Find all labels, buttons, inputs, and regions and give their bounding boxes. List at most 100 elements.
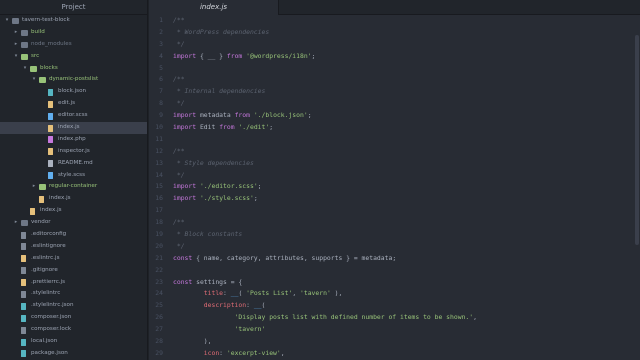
chevron-right-icon[interactable]: ▸ bbox=[13, 217, 19, 229]
code-line[interactable]: 11 bbox=[149, 134, 640, 146]
file-icon bbox=[21, 231, 26, 239]
chevron-down-icon[interactable]: ▾ bbox=[13, 51, 19, 63]
tree-file[interactable]: composer.json bbox=[0, 312, 147, 324]
code-line[interactable]: 27 'tavern' bbox=[149, 324, 640, 336]
code-line[interactable]: 26 'Display posts list with defined numb… bbox=[149, 312, 640, 324]
tree-folder[interactable]: ▸ node_modules bbox=[0, 39, 147, 51]
code-token: 'Display posts list with defined number … bbox=[234, 313, 474, 322]
code-line[interactable]: 22 bbox=[149, 265, 640, 277]
code-line[interactable]: 17 bbox=[149, 205, 640, 217]
code-token: const bbox=[173, 277, 193, 286]
tree-folder[interactable]: ▸ regular-container bbox=[0, 181, 147, 193]
tree-folder[interactable]: ▾ tavern-test-block bbox=[0, 15, 147, 27]
code-line[interactable]: 23 const settings = { bbox=[149, 277, 640, 289]
code-line[interactable]: 19 * Block constants bbox=[149, 229, 640, 241]
editor-scrollbar[interactable] bbox=[634, 15, 640, 360]
code-line[interactable]: 5 bbox=[149, 63, 640, 75]
tree-file[interactable]: .stylelintrc bbox=[0, 288, 147, 300]
code-token: './block.json' bbox=[253, 111, 308, 120]
tree-file[interactable]: style.scss bbox=[0, 170, 147, 182]
tree-item-label: .stylelintrc.json bbox=[31, 302, 74, 309]
code-line[interactable]: 16 import './style.scss'; bbox=[149, 193, 640, 205]
code-line[interactable]: 2 * WordPress dependencies bbox=[149, 27, 640, 39]
code-line[interactable]: 9 import metadata from './block.json'; bbox=[149, 110, 640, 122]
code-token: Edit bbox=[196, 123, 220, 132]
code-line[interactable]: 24 title: __( 'Posts List', 'tavern' ), bbox=[149, 288, 640, 300]
tree-file[interactable]: index.js bbox=[0, 205, 147, 217]
tree-file[interactable]: README.md bbox=[0, 158, 147, 170]
code-token: 'tavern' bbox=[300, 289, 331, 298]
code-line[interactable]: 15 import './editor.scss'; bbox=[149, 181, 640, 193]
tree-folder[interactable]: ▸ build bbox=[0, 27, 147, 39]
file-tree: ▾ tavern-test-block ▸ build ▸ node_modules ▾ sr… bbox=[0, 15, 147, 360]
code-line[interactable]: 14 */ bbox=[149, 170, 640, 182]
tree-folder[interactable]: ▾ dynamic-postslist bbox=[0, 74, 147, 86]
code-line[interactable]: 10 import Edit from './edit'; bbox=[149, 122, 640, 134]
code-token: */ bbox=[173, 170, 185, 179]
tree-file[interactable]: .gitignore bbox=[0, 265, 147, 277]
tree-file[interactable]: .eslintignore bbox=[0, 241, 147, 253]
tree-item-label: index.js bbox=[49, 195, 71, 202]
code-line[interactable]: 28 ), bbox=[149, 336, 640, 348]
code-line[interactable]: 25 description: __( bbox=[149, 300, 640, 312]
tree-file[interactable]: .editorconfig bbox=[0, 229, 147, 241]
scrollbar-thumb[interactable] bbox=[635, 35, 639, 245]
code-line[interactable]: 18 /** bbox=[149, 217, 640, 229]
file-icon bbox=[48, 100, 53, 108]
chevron-down-icon[interactable]: ▾ bbox=[31, 74, 37, 86]
tree-file[interactable]: .eslintrc.js bbox=[0, 253, 147, 265]
code-line[interactable]: 13 * Style dependencies bbox=[149, 158, 640, 170]
code-line[interactable]: 20 */ bbox=[149, 241, 640, 253]
tree-file[interactable]: local.json bbox=[0, 336, 147, 348]
chevron-right-icon[interactable]: ▸ bbox=[13, 27, 19, 39]
code-token: settings = { bbox=[192, 277, 243, 286]
file-icon bbox=[21, 314, 26, 322]
line-number: 2 bbox=[159, 27, 163, 36]
code-token: /** bbox=[173, 146, 185, 155]
code-token: ), bbox=[330, 289, 343, 298]
tree-folder[interactable]: ▸ vendor bbox=[0, 217, 147, 229]
code-area[interactable]: 1/** 2 * WordPress dependencies 3 */4 impor… bbox=[149, 15, 640, 360]
tree-file[interactable]: composer.lock bbox=[0, 324, 147, 336]
line-number: 19 bbox=[155, 230, 163, 239]
chevron-right-icon[interactable]: ▸ bbox=[13, 39, 19, 51]
folder-icon bbox=[39, 184, 46, 191]
code-token: import bbox=[173, 194, 197, 203]
tree-file[interactable]: index.php bbox=[0, 134, 147, 146]
tree-item-label: composer.lock bbox=[31, 326, 72, 333]
tab-index-js[interactable]: index.js bbox=[149, 0, 279, 15]
tree-item-label: local.json bbox=[31, 338, 58, 345]
tree-file[interactable]: editor.scss bbox=[0, 110, 147, 122]
chevron-down-icon[interactable]: ▾ bbox=[4, 15, 10, 27]
tree-file[interactable]: .stylelintrc.json bbox=[0, 300, 147, 312]
code-line[interactable]: 7 * Internal dependencies bbox=[149, 86, 640, 98]
folder-icon bbox=[21, 29, 28, 36]
code-line[interactable]: 6 /** bbox=[149, 74, 640, 86]
editor-pane[interactable]: index.js 1/** 2 * WordPress dependencies 3… bbox=[149, 0, 640, 360]
tree-file[interactable]: package.json bbox=[0, 348, 147, 360]
tree-file[interactable]: edit.js bbox=[0, 98, 147, 110]
code-line[interactable]: 4 import { __ } from '@wordpress/i18n'; bbox=[149, 51, 640, 63]
code-line[interactable]: 21 const { name, category, attributes, su… bbox=[149, 253, 640, 265]
tree-folder[interactable]: ▾ blocks bbox=[0, 63, 147, 75]
code-line[interactable]: 12 /** bbox=[149, 146, 640, 158]
chevron-right-icon[interactable]: ▸ bbox=[31, 181, 37, 193]
code-line[interactable]: 29 icon: 'excerpt-view', bbox=[149, 348, 640, 360]
tree-file[interactable]: block.json bbox=[0, 86, 147, 98]
tree-item-label: index.php bbox=[58, 135, 86, 142]
project-panel-title: Project bbox=[0, 0, 147, 15]
code-token: ( bbox=[261, 301, 266, 310]
code-line[interactable]: 3 */ bbox=[149, 39, 640, 51]
chevron-down-icon[interactable]: ▾ bbox=[22, 63, 28, 75]
code-line[interactable]: 8 */ bbox=[149, 98, 640, 110]
tree-file[interactable]: index.js bbox=[0, 122, 147, 134]
tree-file[interactable]: .prettierrc.js bbox=[0, 277, 147, 289]
tree-file[interactable]: inspector.js bbox=[0, 146, 147, 158]
code-token: { name, category, attributes, supports }… bbox=[192, 253, 397, 262]
tree-file[interactable]: index.js bbox=[0, 193, 147, 205]
code-line[interactable]: 1 /** bbox=[149, 15, 640, 27]
file-icon bbox=[48, 136, 53, 144]
code-text: /** bbox=[173, 15, 185, 27]
tree-folder[interactable]: ▾ src bbox=[0, 51, 147, 63]
